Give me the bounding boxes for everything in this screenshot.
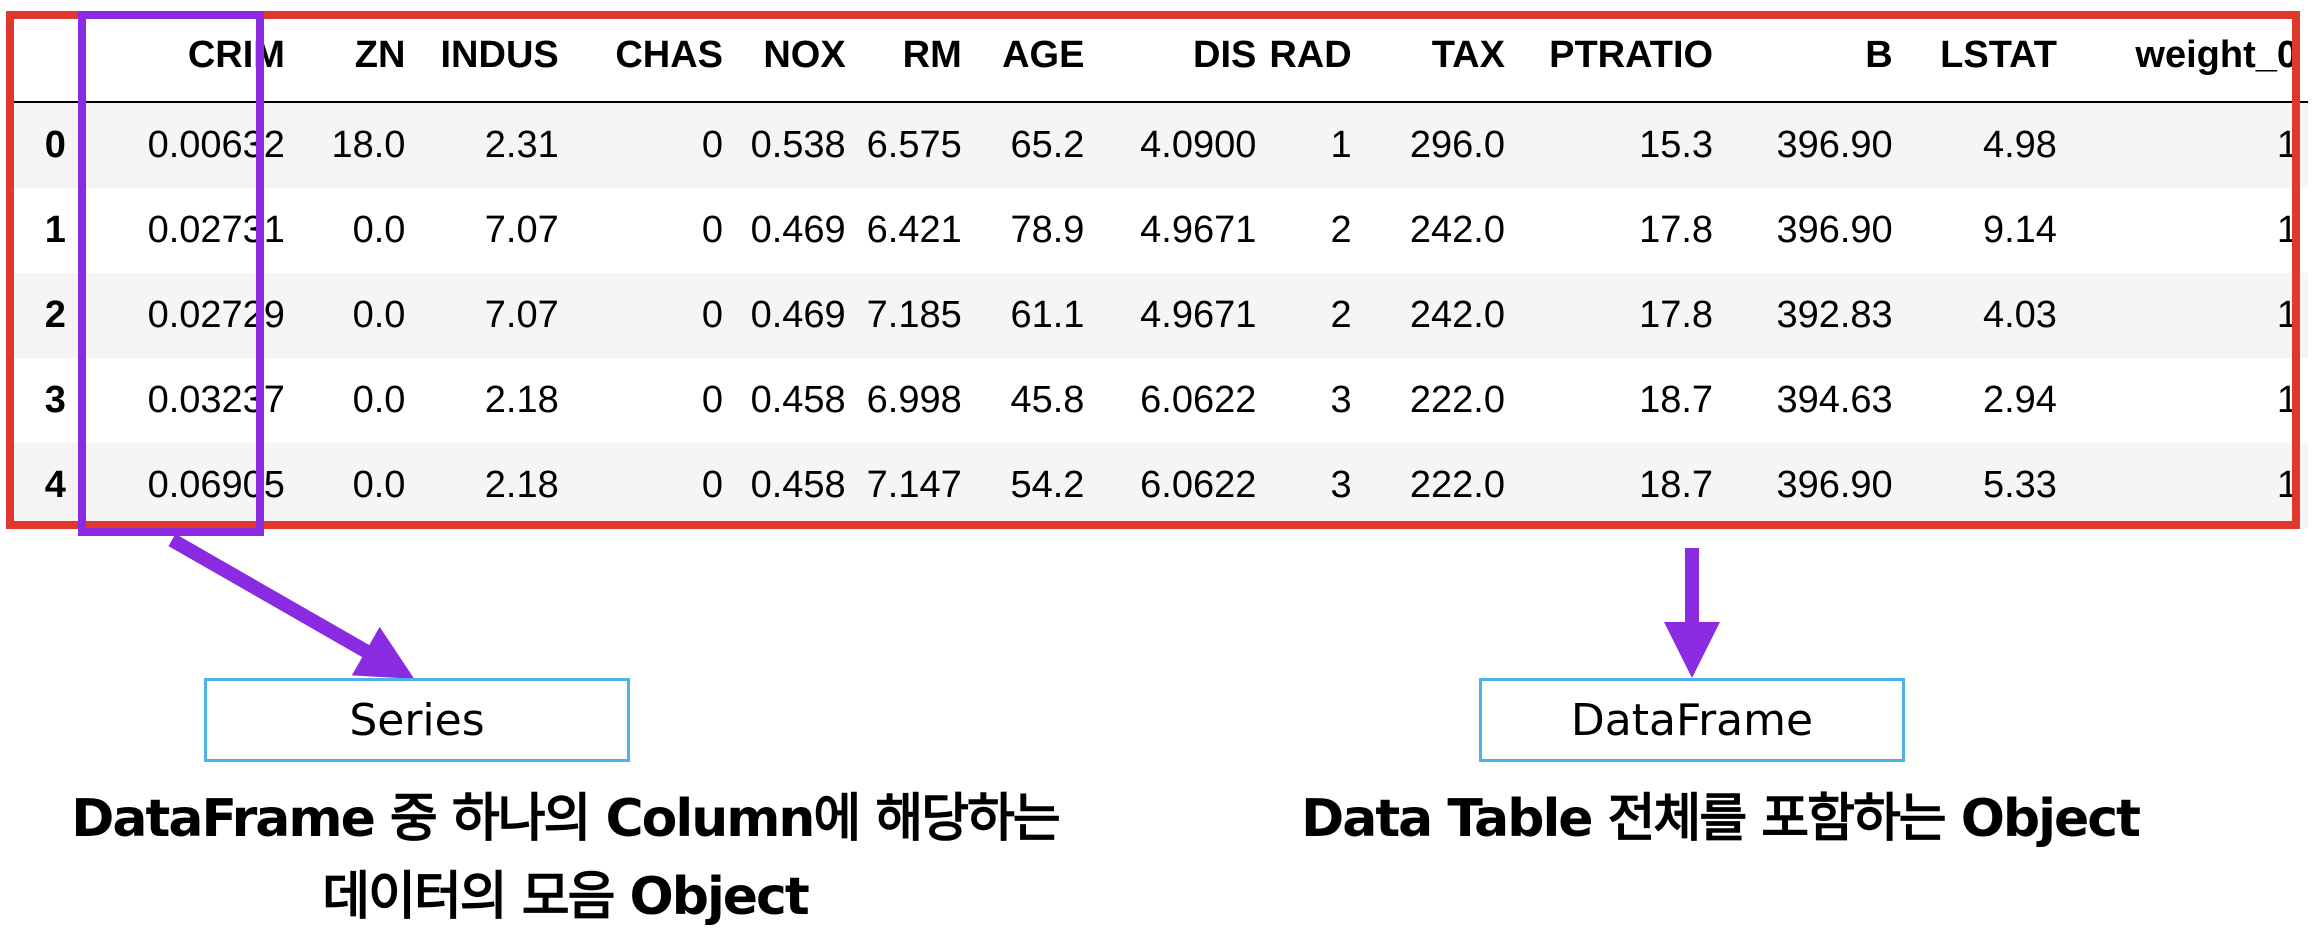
series-caption-line1: DataFrame 중 하나의 Column에 해당하는 (71, 789, 1061, 849)
series-caption: DataFrame 중 하나의 Column에 해당하는 데이터의 모음 Obj… (10, 780, 1120, 936)
series-caption-line2: 데이터의 모음 Object (322, 867, 809, 927)
dataframe-caption-line: Data Table 전체를 포함하는 Object (1301, 789, 2141, 849)
dataframe-label: DataFrame (1570, 694, 1814, 746)
series-label-box: Series (204, 678, 630, 762)
dataframe-caption: Data Table 전체를 포함하는 Object (1270, 780, 2170, 858)
dataframe-label-box: DataFrame (1479, 678, 1905, 762)
series-arrow (168, 533, 415, 679)
series-label: Series (349, 694, 485, 746)
